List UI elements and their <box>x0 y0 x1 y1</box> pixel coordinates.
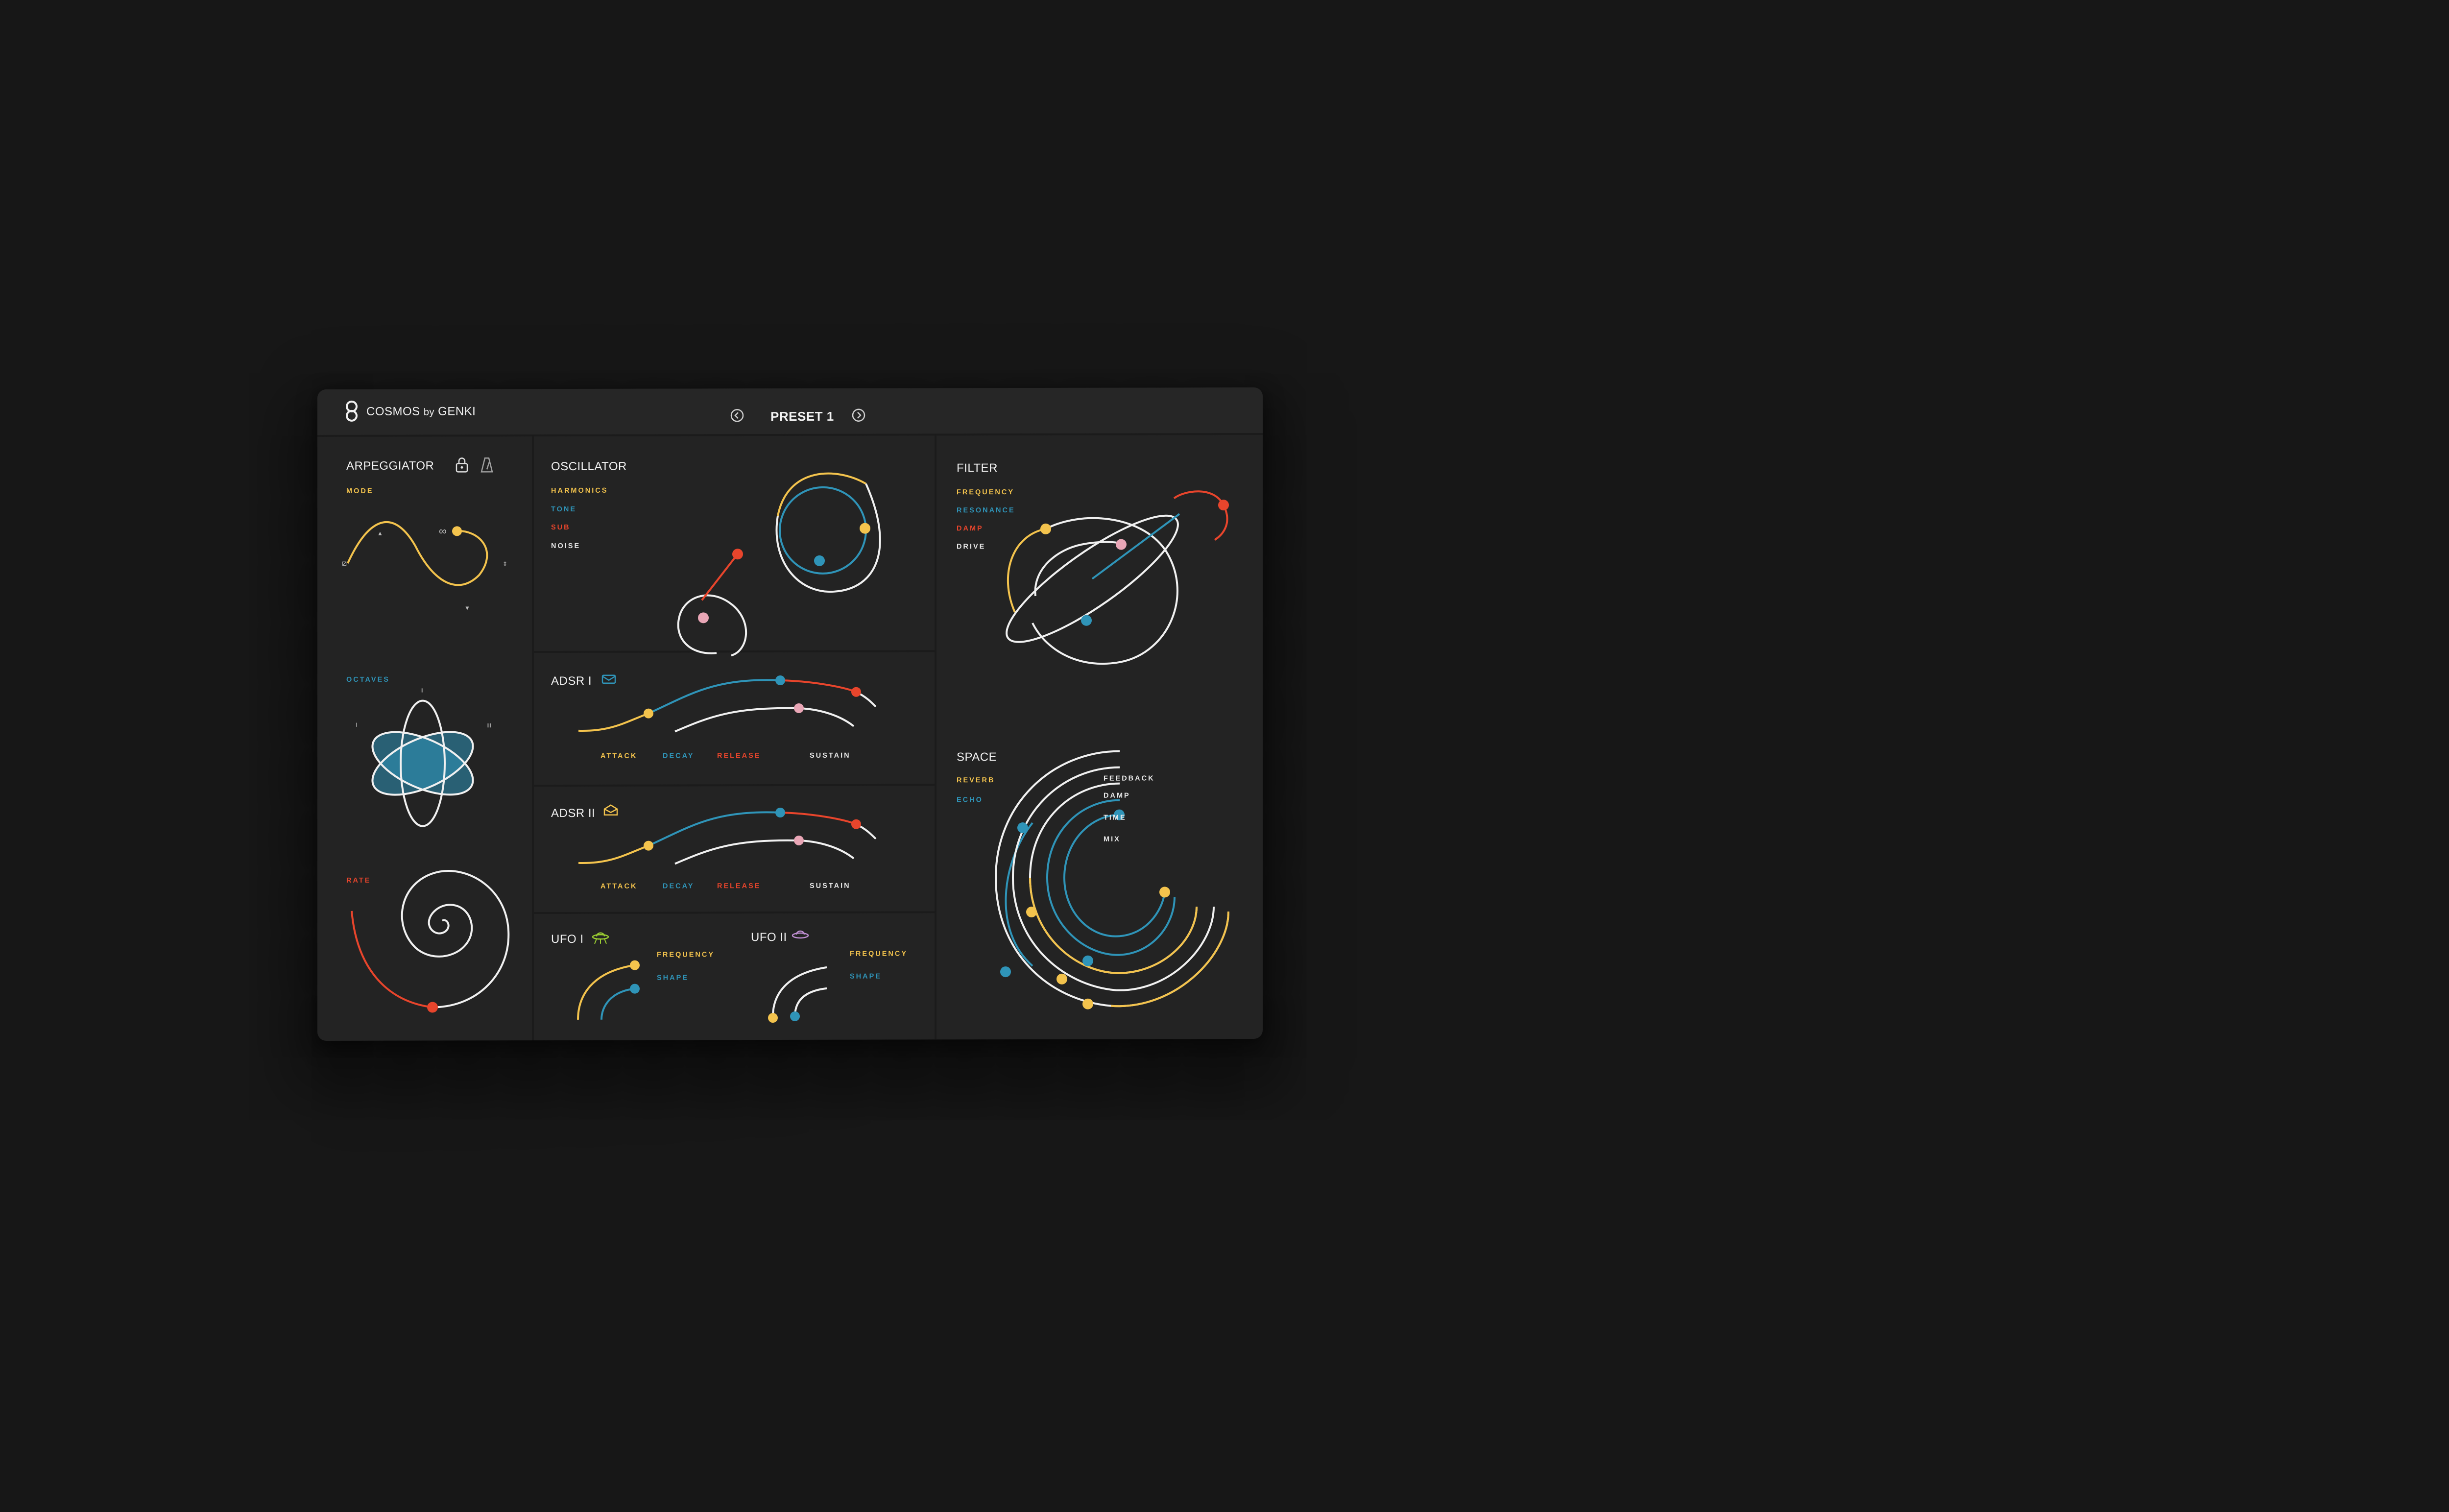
envelope-open-icon <box>603 804 618 818</box>
filter-param-frequency[interactable]: FREQUENCY <box>957 488 1014 496</box>
harmonics-knob <box>860 523 870 534</box>
lock-icon[interactable] <box>455 456 469 476</box>
ufo2-title: UFO II <box>751 931 787 944</box>
brand-name: COSMOS by GENKI <box>366 405 476 418</box>
divider-osc-adsr1 <box>533 650 936 653</box>
divider-adsr2-ufo <box>533 911 936 914</box>
brand-title: COSMOS <box>366 405 420 418</box>
reverb-time-label[interactable]: TIME <box>1104 814 1127 822</box>
sub-knob <box>732 549 743 560</box>
adsr2-title: ADSR II <box>551 806 596 820</box>
adsr1-release-label[interactable]: RELEASE <box>717 752 761 760</box>
brand-by: by <box>423 407 434 418</box>
oscillator-graphic[interactable] <box>677 472 881 657</box>
ufo1-frequency-label[interactable]: FREQUENCY <box>657 951 715 959</box>
tone-knob <box>814 555 825 566</box>
reverb-mix-label[interactable]: MIX <box>1104 836 1121 843</box>
mode-tick-up: ▲ <box>377 529 383 537</box>
chevron-right-icon <box>852 408 865 422</box>
oscillator-title: OSCILLATOR <box>551 459 627 474</box>
mode-control[interactable] <box>347 521 488 586</box>
adsr1-graphic[interactable] <box>578 675 877 733</box>
mode-tick-infinity: ∞ <box>439 525 447 537</box>
ufo1-graphic[interactable] <box>577 960 640 1020</box>
mode-label: MODE <box>346 487 374 495</box>
adsr1-decay-label[interactable]: DECAY <box>663 752 694 760</box>
filter-resonance-knob <box>1081 615 1092 626</box>
octave-tick-3: III <box>486 722 492 729</box>
noise-knob <box>698 612 709 624</box>
reverb-feedback-label[interactable]: FEEDBACK <box>1104 774 1155 782</box>
filter-drive-knob <box>1116 539 1127 550</box>
feedback-knob <box>1017 822 1028 834</box>
adsr2-decay-label[interactable]: DECAY <box>663 882 694 890</box>
mode-tick-updown: ⇕ <box>503 560 508 568</box>
filter-frequency-knob <box>1040 523 1051 534</box>
adsr1-attack-label[interactable]: ATTACK <box>600 752 637 760</box>
adsr2-sustain-label[interactable]: SUSTAIN <box>810 882 851 890</box>
cosmos-logo-icon <box>344 400 359 425</box>
octaves-label: OCTAVES <box>346 675 390 684</box>
space-graphic[interactable] <box>994 750 1229 1009</box>
preset-prev-button[interactable] <box>730 408 744 425</box>
preset-next-button[interactable] <box>851 408 866 425</box>
brand-maker: GENKI <box>438 405 476 418</box>
ufo2-graphic[interactable] <box>768 966 827 1023</box>
osc-param-harmonics[interactable]: HARMONICS <box>551 487 608 495</box>
ufo2-frequency-label[interactable]: FREQUENCY <box>850 950 908 958</box>
space-param-echo[interactable]: ECHO <box>957 796 983 804</box>
divider-adsr1-adsr2 <box>533 784 936 787</box>
space-title: SPACE <box>957 750 997 764</box>
rate-label: RATE <box>346 876 371 885</box>
rate-knob <box>427 1002 438 1013</box>
adsr2-attack-label[interactable]: ATTACK <box>600 883 637 890</box>
chevron-left-icon <box>730 408 744 422</box>
preset-name[interactable]: PRESET 1 <box>770 409 834 424</box>
adsr1-sustain-label[interactable]: SUSTAIN <box>810 752 851 760</box>
synth-plugin-window: COSMOS by GENKI PRESET 1 ARPEGGIATOR MOD… <box>317 387 1263 1041</box>
filter-damp-knob <box>1218 500 1229 511</box>
osc-param-tone[interactable]: TONE <box>551 505 576 513</box>
rate-control[interactable] <box>351 870 510 1013</box>
ufo-saucer-icon <box>792 929 809 943</box>
adsr1-title: ADSR I <box>551 674 592 688</box>
osc-param-noise[interactable]: NOISE <box>551 542 580 550</box>
damp-knob <box>1026 906 1037 917</box>
octaves-control[interactable] <box>363 699 482 827</box>
filter-param-resonance[interactable]: RESONANCE <box>957 506 1015 514</box>
filter-param-damp[interactable]: DAMP <box>957 525 984 532</box>
filter-param-drive[interactable]: DRIVE <box>957 543 985 551</box>
mode-knob <box>452 526 462 536</box>
osc-param-sub[interactable]: SUB <box>551 524 571 531</box>
ufo1-shape-label[interactable]: SHAPE <box>657 974 689 982</box>
envelope-icon <box>601 674 616 687</box>
ufo2-shape-label[interactable]: SHAPE <box>850 973 882 981</box>
arpeggiator-title: ARPEGGIATOR <box>346 459 434 473</box>
filter-title: FILTER <box>957 461 998 475</box>
mode-tick-down: ▼ <box>464 604 470 612</box>
ufo1-title: UFO I <box>551 932 584 946</box>
adsr2-release-label[interactable]: RELEASE <box>717 882 761 890</box>
reverb-damp-label[interactable]: DAMP <box>1104 792 1130 800</box>
octave-tick-1: I <box>356 721 358 728</box>
ufo-icon <box>592 931 609 948</box>
mix-knob <box>1159 887 1170 898</box>
filter-graphic[interactable] <box>992 490 1229 665</box>
mode-tick-random: ⧄ <box>342 559 347 568</box>
space-param-reverb[interactable]: REVERB <box>957 776 995 784</box>
adsr2-graphic[interactable] <box>578 808 877 865</box>
octave-tick-2: II <box>420 687 424 694</box>
metronome-icon[interactable] <box>480 456 494 476</box>
plugin-graphics <box>317 387 1263 1041</box>
